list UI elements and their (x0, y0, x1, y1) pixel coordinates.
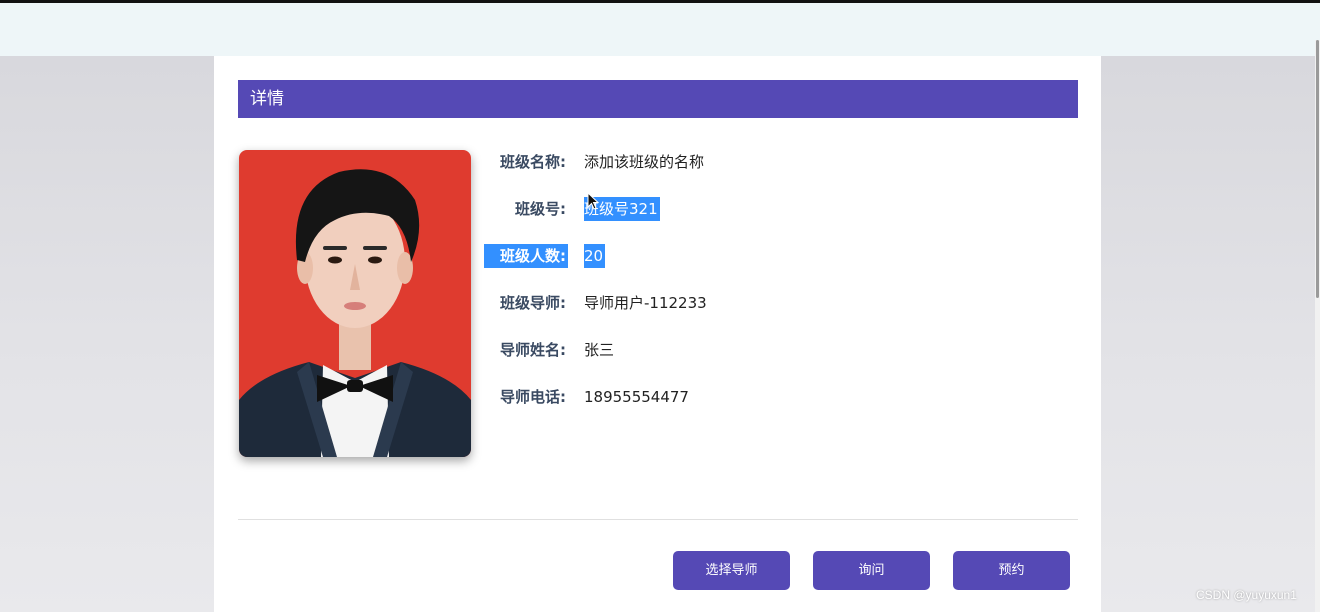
field-row-class-mentor: 班级导师: 导师用户-112233 (484, 291, 1044, 315)
class-mentor-value: 导师用户-112233 (584, 294, 707, 312)
inquire-button[interactable]: 询问 (813, 551, 930, 590)
arrow-cursor-icon (587, 192, 599, 210)
scrollbar-thumb[interactable] (1316, 40, 1319, 298)
mentor-name-value: 张三 (584, 341, 615, 359)
portrait-image (239, 150, 471, 457)
field-row-mentor-name: 导师姓名: 张三 (484, 338, 1044, 362)
mentor-phone-value: 18955554477 (584, 388, 689, 406)
detail-header: 详情 (238, 80, 1078, 118)
field-row-class-number: 班级号: 班级号321 (484, 197, 1044, 221)
field-row-mentor-phone: 导师电话: 18955554477 (484, 385, 1044, 409)
mentor-name-label: 导师姓名: (500, 341, 566, 359)
mentor-phone-label: 导师电话: (500, 388, 566, 406)
class-name-label: 班级名称: (500, 153, 566, 171)
choose-mentor-button[interactable]: 选择导师 (673, 551, 790, 590)
field-row-class-name: 班级名称: 添加该班级的名称 (484, 150, 1044, 174)
detail-panel: 详情 班级名称: 添加该班级的名称 班级号: 班级号321 班级人数: 20 班… (214, 56, 1101, 612)
class-size-label: 班级人数: (484, 244, 568, 268)
section-divider (238, 519, 1078, 520)
class-size-value: 20 (584, 244, 606, 268)
mentor-photo (239, 150, 471, 457)
page-scrollbar[interactable] (1315, 40, 1320, 612)
watermark: CSDN @yuyuxun1 (1196, 588, 1297, 602)
field-row-class-size: 班级人数: 20 (484, 244, 1044, 268)
class-mentor-label: 班级导师: (500, 294, 566, 312)
class-name-value: 添加该班级的名称 (584, 153, 705, 171)
reserve-button[interactable]: 预约 (953, 551, 1070, 590)
class-number-label: 班级号: (515, 200, 566, 218)
top-navigation-bar (0, 3, 1320, 56)
